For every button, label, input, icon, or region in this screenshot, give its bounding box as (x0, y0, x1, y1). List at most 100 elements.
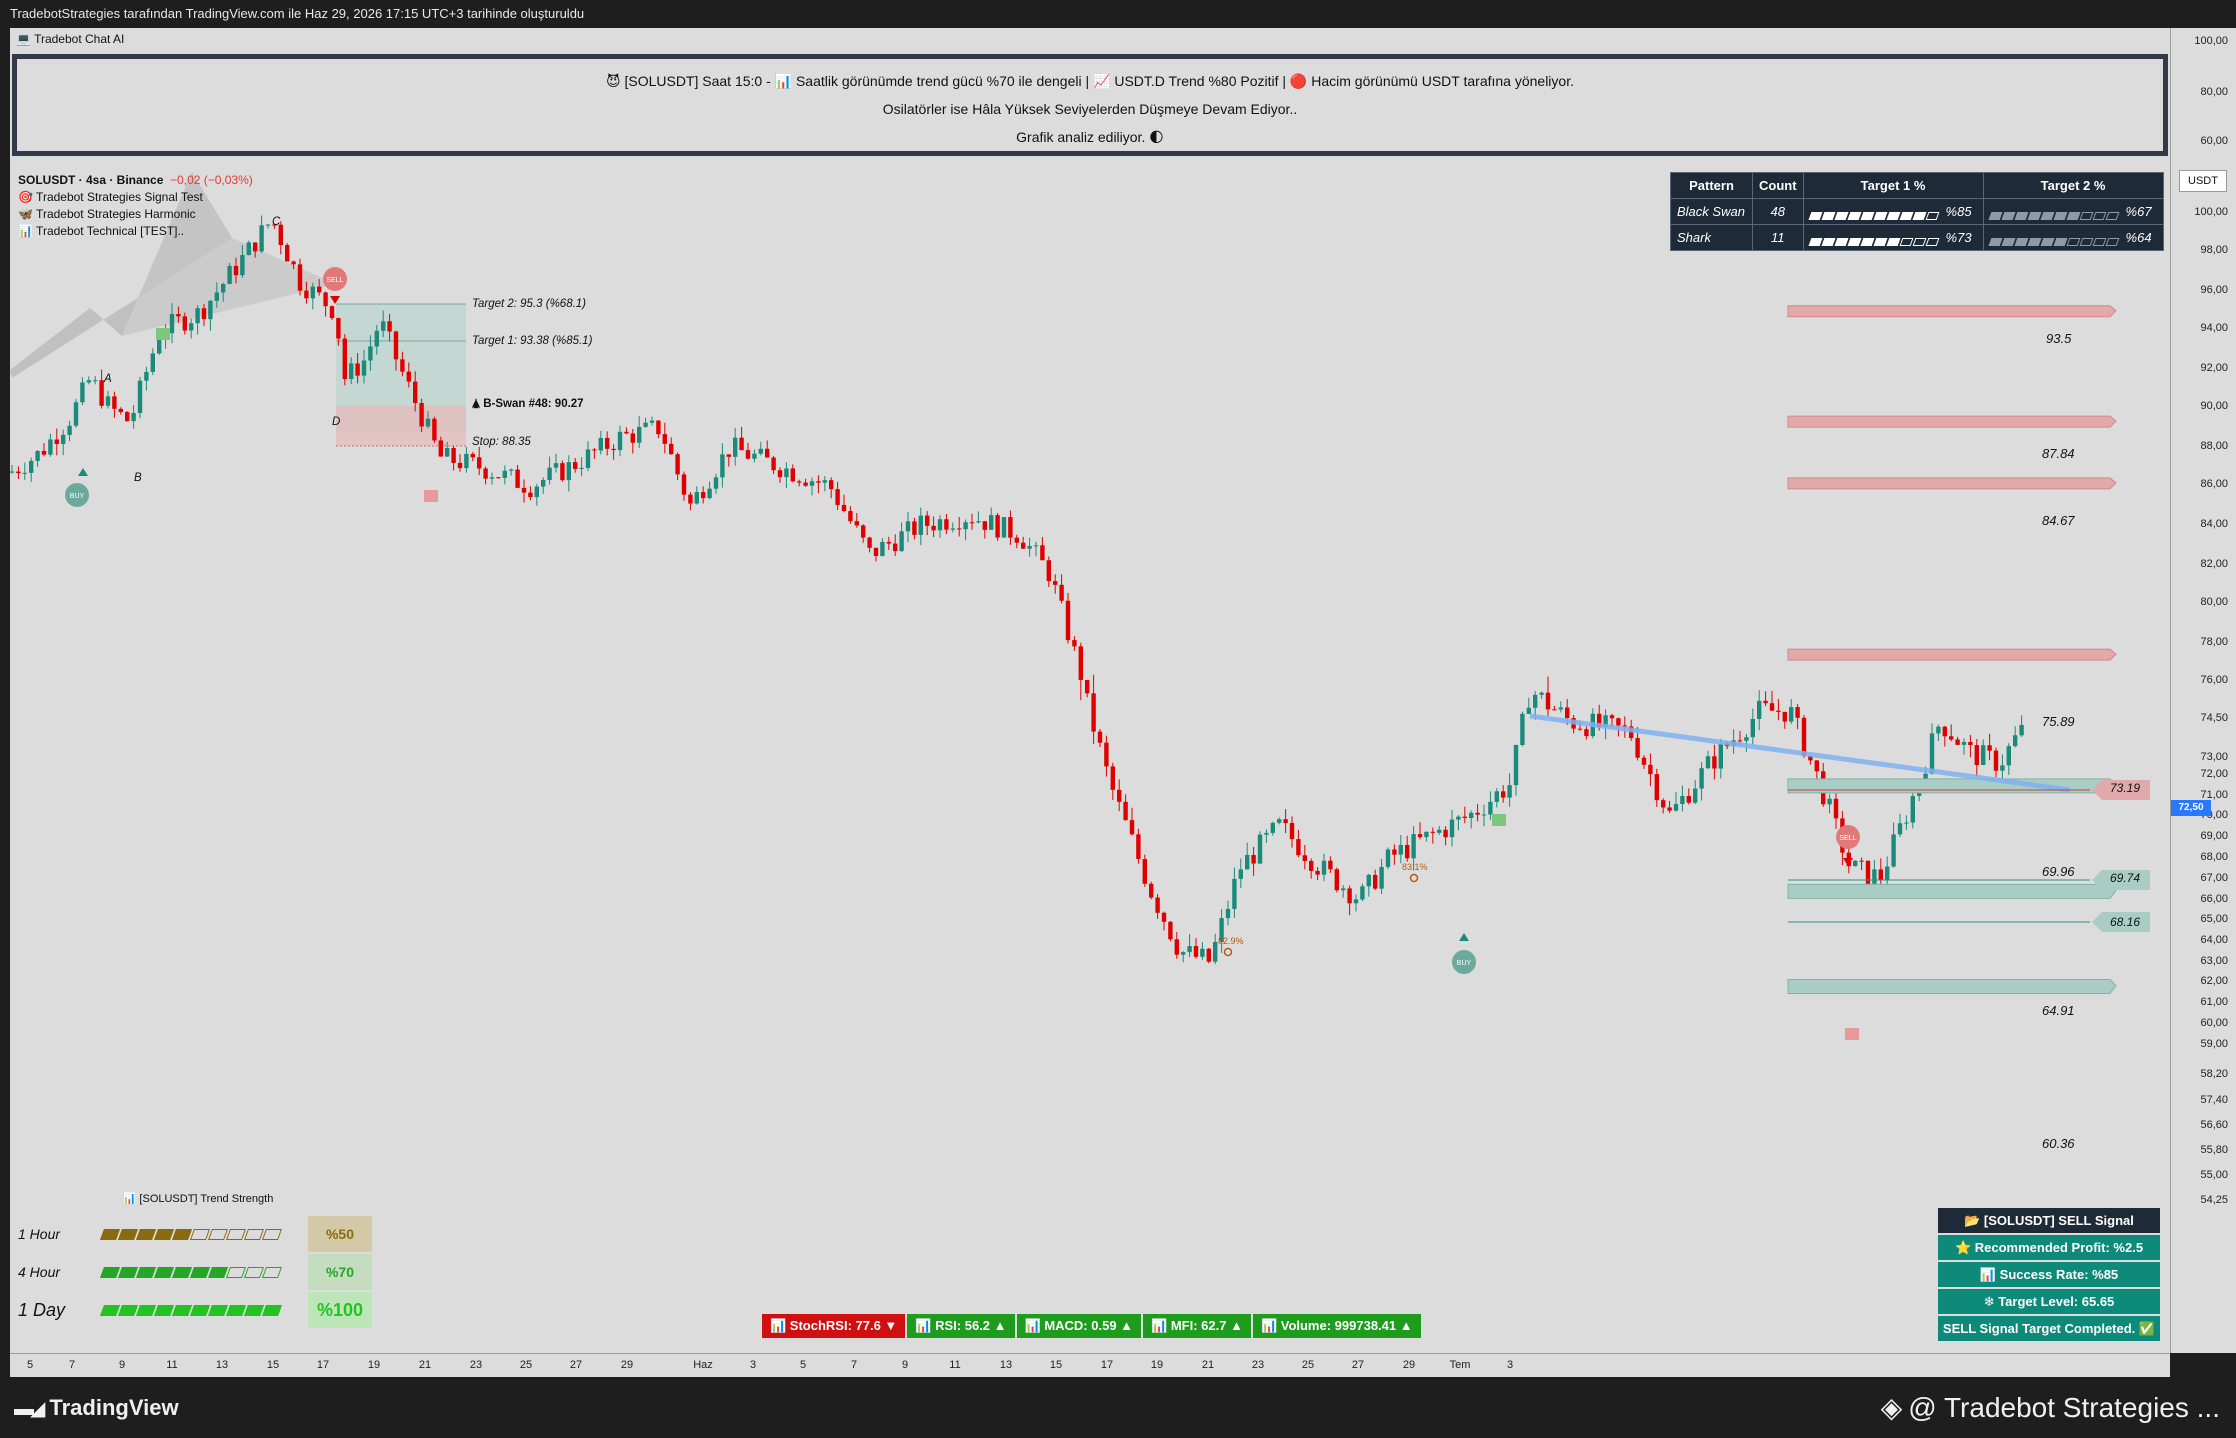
time-axis[interactable]: 5 7 9 11 13 15 17 19 21 23 25 27 29 Haz 3 5 7 9 11 13 15 17 19… (10, 1353, 2170, 1377)
target1-cell: %85 (1802, 198, 1984, 225)
candle-body (1040, 545, 1045, 561)
price-tick: 60,00 (2200, 135, 2228, 147)
candle-body (1341, 888, 1346, 891)
candle-body (419, 403, 424, 427)
candle-body (1469, 812, 1474, 818)
candle-body (1168, 921, 1173, 940)
time-tick: 15 (1049, 1359, 1063, 1371)
candle-body (995, 515, 1000, 538)
candle-body (1187, 946, 1192, 953)
progress-segment (1912, 237, 1927, 246)
symbol-line[interactable]: SOLUSDT · 4sa · Binance −0,02 (−0,03%) (18, 172, 253, 189)
candle-body (701, 492, 706, 499)
stop-zone (336, 406, 466, 446)
candle-body (1481, 814, 1487, 816)
candle-body (515, 469, 520, 488)
candle-body (573, 462, 578, 469)
candle-body (1686, 795, 1691, 803)
author-text: @ Tradebot Strategies ... (1908, 1391, 2220, 1423)
candle-body (1712, 756, 1717, 769)
progress-segment (2105, 211, 2120, 220)
candle-body (1411, 834, 1416, 859)
chat-line-1: 😈 [SOLUSDT] Saat 15:0 - 📊 Saatlik görünü… (605, 73, 1574, 89)
candle-body (29, 460, 34, 473)
candle-body (297, 264, 303, 291)
candle-body (1789, 707, 1794, 722)
resistance-zone (1787, 305, 2117, 318)
candle-body (688, 494, 693, 504)
candle-body (912, 521, 917, 535)
buy-marker-2-text: BUY (1457, 960, 1472, 967)
candle-body (1110, 766, 1115, 790)
candle-body (227, 265, 232, 285)
trend-segment (135, 1304, 157, 1316)
time-tick: 17 (316, 1359, 330, 1371)
candle-body (656, 420, 661, 435)
indicator-signal[interactable]: 🎯 Tradebot Strategies Signal Test (18, 189, 253, 206)
progress-segment (2040, 211, 2055, 220)
candle-body (1424, 831, 1429, 838)
candle-body (73, 402, 79, 426)
candle-body (1955, 739, 1960, 745)
time-tick: 3 (749, 1359, 757, 1371)
candle-body (861, 525, 866, 538)
chat-line-2: Osilatörler ise Hâla Yüksek Seviyelerden… (882, 101, 1298, 117)
candle-body (425, 418, 431, 427)
candle-body (1353, 899, 1359, 904)
col-target1: Target 1 % (1802, 172, 1984, 199)
support-zone (1787, 883, 2117, 899)
indicator-harmonic[interactable]: 🦋 Tradebot Strategies Harmonic (18, 206, 253, 223)
candle-body (605, 437, 610, 449)
candle-body (1833, 798, 1839, 819)
tradingview-logo[interactable]: ▬◢ TradingView (14, 1395, 179, 1421)
indicator-technical[interactable]: 📊 Tradebot Technical [TEST].. (18, 223, 253, 240)
candle-body (1558, 707, 1563, 710)
candle-body (739, 437, 744, 451)
candle-body (854, 521, 859, 526)
candle-body (560, 463, 565, 481)
progress-bar (1808, 234, 1940, 246)
candle-body (1776, 710, 1781, 712)
chart-legend[interactable]: SOLUSDT · 4sa · Binance −0,02 (−0,03%) 🎯… (18, 172, 253, 240)
trend-segment (135, 1228, 157, 1240)
target1-pct: %73 (1945, 230, 1972, 245)
candle-body (566, 462, 571, 481)
candle-body (157, 338, 162, 354)
price-tick: 100,00 (2194, 35, 2228, 47)
candle-body (464, 453, 469, 469)
candle-body (784, 468, 789, 478)
candle-body (637, 426, 642, 443)
progress-segment (1834, 211, 1849, 220)
candle-body (509, 469, 514, 471)
candle-body (1552, 709, 1557, 711)
candle-body (451, 448, 456, 463)
candle-body (10, 471, 15, 473)
point-d-label: D (332, 416, 341, 428)
candle-body (1104, 742, 1109, 767)
candle-body (1667, 807, 1672, 811)
price-axis[interactable]: USDT 100,00 80,00 60,00 100,00 98,00 96,00 94,… (2170, 28, 2236, 1353)
trend-segment (261, 1304, 283, 1316)
candle-body (329, 306, 335, 319)
candle-body (585, 449, 591, 468)
price-tick: 55,00 (2200, 1169, 2228, 1181)
candle-body (1136, 834, 1141, 860)
progress-segment (2053, 237, 2068, 246)
chart-area[interactable]: SELL BUY SELL BUY 💻 Tradebot Chat AI 😈 [SOL… (10, 28, 2170, 1353)
trend-label: 1 Day (18, 1299, 66, 1320)
candle-body (1616, 718, 1621, 726)
candle-body (35, 450, 40, 461)
signal-profit: ⭐ Recommended Profit: %2.5 (1938, 1235, 2160, 1260)
candle-body (1782, 711, 1787, 722)
candle-body (1334, 869, 1339, 891)
table-row: Shark 11 %73 %64 (1670, 224, 2164, 251)
candle-body (630, 433, 635, 443)
candle-body (841, 504, 847, 512)
candle-body (822, 480, 827, 483)
rsi-badge: 📊 RSI: 56.2 ▲ (907, 1314, 1015, 1338)
time-tick: 11 (166, 1359, 178, 1371)
check-badge (156, 328, 170, 340)
currency-tag[interactable]: USDT (2179, 170, 2227, 192)
candle-body (1878, 869, 1883, 880)
candle-body (432, 418, 437, 441)
